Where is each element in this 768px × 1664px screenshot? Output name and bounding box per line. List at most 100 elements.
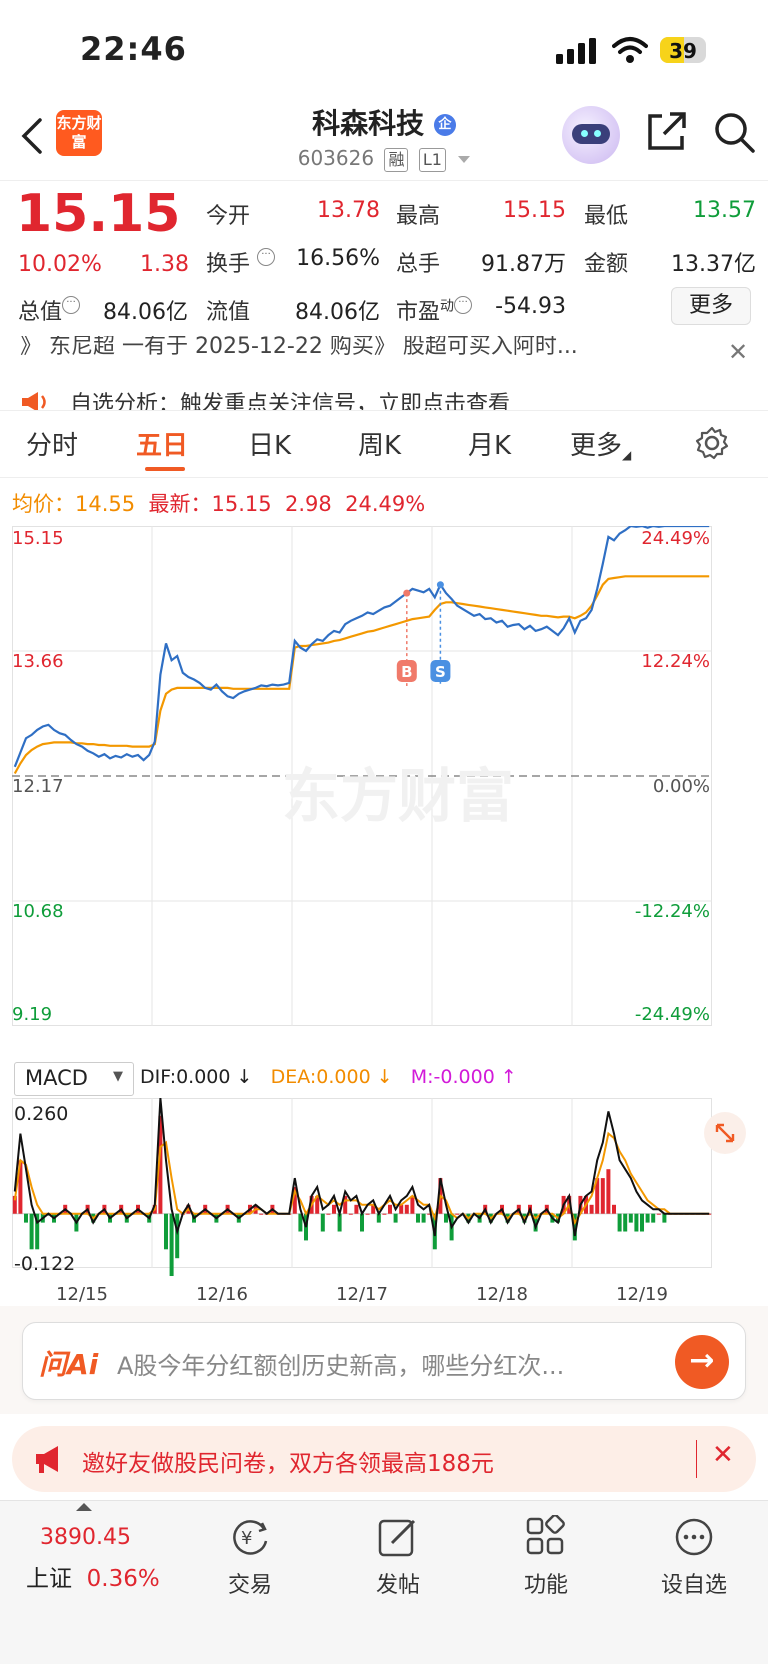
- indicator-selector[interactable]: MACD ▼: [14, 1062, 134, 1096]
- dea-value: DEA:0.000 ↓: [270, 1066, 393, 1088]
- nav-add-watchlist[interactable]: 设自选: [644, 1515, 744, 1599]
- low-label: 最低: [584, 204, 629, 229]
- status-bar: 22:46 39: [0, 0, 768, 98]
- float-label: 流值: [206, 300, 251, 325]
- price-summary-line: 均价：14.55 最新：15.15 2.98 24.49%: [12, 492, 426, 516]
- dif-value: DIF:0.000 ↓: [140, 1066, 253, 1088]
- y-left-tick: 9.19: [12, 1004, 52, 1025]
- macd-bar: [612, 1204, 616, 1214]
- ask-ai-bar[interactable]: 问Ai A股今年分红额创历史新高，哪些分红次... →: [22, 1322, 746, 1400]
- y-right-tick: 0.00%: [653, 776, 710, 797]
- wifi-icon: [612, 37, 648, 63]
- watchlist-alert-text: 自选分析：触发重点关注信号，立即点击查看: [70, 392, 511, 410]
- macd-bar: [455, 1213, 460, 1215]
- tab-more[interactable]: 更多◢: [570, 425, 631, 462]
- info-dots-icon[interactable]: ···: [257, 248, 276, 266]
- y-right-tick: -12.24%: [635, 901, 710, 922]
- float-value: 84.06亿: [295, 300, 380, 325]
- five-day-price-chart[interactable]: 东方财富 B S 15.15 24.49% 13.66 12.24% 12.17 0.00%…: [12, 526, 756, 1058]
- bottom-nav: 3890.45 上证 0.36% ¥ 交易 发帖 功能 设自选: [0, 1500, 768, 1664]
- volume-value: 91.87万: [481, 252, 566, 277]
- dropdown-caret-icon: [458, 156, 471, 163]
- index-ticker[interactable]: 上证 0.36%: [26, 1559, 160, 1593]
- high-label: 最高: [396, 204, 441, 229]
- macd-chart[interactable]: 0.260 -0.122: [12, 1098, 756, 1278]
- amount-value: 13.37亿: [671, 252, 756, 277]
- more-quote-button[interactable]: 更多: [671, 287, 751, 325]
- macd-bar: [169, 1213, 174, 1277]
- tab-daily-k[interactable]: 日K: [248, 425, 291, 462]
- ai-brand-logo: 问Ai: [39, 1348, 99, 1381]
- open-value: 13.78: [317, 198, 380, 223]
- close-promo-icon[interactable]: ✕: [712, 1440, 734, 1470]
- stock-code: 603626: [297, 146, 375, 170]
- grid-apps-icon: [526, 1514, 565, 1555]
- search-icon[interactable]: [712, 110, 756, 154]
- dea-line: [13, 1131, 710, 1225]
- expand-chart-icon[interactable]: [704, 1112, 746, 1154]
- notice-banner[interactable]: 》 东尼超 一有于 2025-12-22 购买》 股超可买入阿时... 自选分析…: [0, 336, 768, 410]
- pe-value: -54.93: [495, 294, 566, 319]
- close-notice-icon[interactable]: ✕: [728, 338, 748, 366]
- promo-banner[interactable]: 邀好友做股民问卷，双方各领最高188元 ✕: [12, 1426, 756, 1492]
- macd-bar: [651, 1213, 656, 1223]
- macd-bar: [421, 1213, 426, 1223]
- macd-bar: [326, 1213, 331, 1215]
- info-dots-icon[interactable]: ···: [454, 296, 473, 314]
- edit-post-icon: [378, 1519, 416, 1557]
- price-line: [13, 526, 710, 768]
- macd-bar: [24, 1213, 28, 1223]
- macd-ytop: 0.260: [14, 1103, 68, 1125]
- avg-price-line: [13, 575, 710, 775]
- macd-bar: [382, 1213, 387, 1215]
- promo-divider: [696, 1440, 697, 1478]
- turnover-label: 换手 ···: [206, 246, 276, 278]
- macd-bar: [259, 1213, 264, 1215]
- y-right-tick: -24.49%: [635, 1004, 710, 1025]
- nav-functions[interactable]: 功能: [496, 1514, 596, 1599]
- share-icon[interactable]: [644, 110, 688, 154]
- macd-bar: [332, 1204, 336, 1214]
- more-circle-icon: [675, 1518, 713, 1556]
- index-value[interactable]: 3890.45: [40, 1525, 131, 1550]
- megaphone-icon: [36, 1446, 58, 1473]
- ask-go-button[interactable]: →: [675, 1335, 729, 1389]
- amount-label: 金额: [584, 252, 629, 277]
- ai-assistant-avatar[interactable]: [562, 106, 620, 164]
- tab-five-day[interactable]: 五日: [136, 425, 188, 462]
- tab-weekly-k[interactable]: 周K: [358, 425, 401, 462]
- tab-monthly-k[interactable]: 月K: [468, 425, 511, 462]
- y-left-tick: 10.68: [12, 901, 64, 922]
- low-value: 13.57: [693, 198, 756, 223]
- trade-mark-label: B: [401, 663, 412, 681]
- expand-up-icon[interactable]: [76, 1503, 92, 1511]
- tab-intraday[interactable]: 分时: [26, 425, 78, 462]
- speaker-icon: [22, 392, 46, 410]
- macd-bar: [164, 1213, 168, 1250]
- latest-price: 15.15: [211, 492, 272, 516]
- x-axis-label: 12/17: [336, 1284, 388, 1305]
- y-left-tick: 12.17: [12, 776, 64, 797]
- macd-bar: [600, 1178, 605, 1214]
- change-pct: 10.02%: [18, 252, 102, 277]
- macd-bar: [623, 1213, 628, 1232]
- settings-gear-icon[interactable]: [694, 425, 730, 461]
- nav-post[interactable]: 发帖: [348, 1515, 448, 1599]
- macd-bar: [29, 1213, 34, 1250]
- macd-bar: [410, 1195, 415, 1214]
- macd-bar: [656, 1213, 661, 1215]
- trade-mark-dot: [403, 589, 411, 597]
- macd-bar: [320, 1213, 325, 1232]
- watermark: 东方财富: [282, 762, 514, 830]
- macd-bar: [634, 1213, 639, 1232]
- promo-text: 邀好友做股民问卷，双方各领最高188元: [82, 1451, 494, 1477]
- macd-bar: [606, 1169, 611, 1214]
- high-value: 15.15: [503, 198, 566, 223]
- info-dots-icon[interactable]: ···: [62, 296, 81, 314]
- macd-bar: [354, 1204, 359, 1214]
- y-left-tick: 15.15: [12, 528, 64, 549]
- active-tab-indicator: [145, 467, 185, 471]
- nav-trade[interactable]: ¥ 交易: [200, 1515, 300, 1599]
- macd-bar: [399, 1204, 404, 1214]
- avg-price: 14.55: [75, 492, 136, 516]
